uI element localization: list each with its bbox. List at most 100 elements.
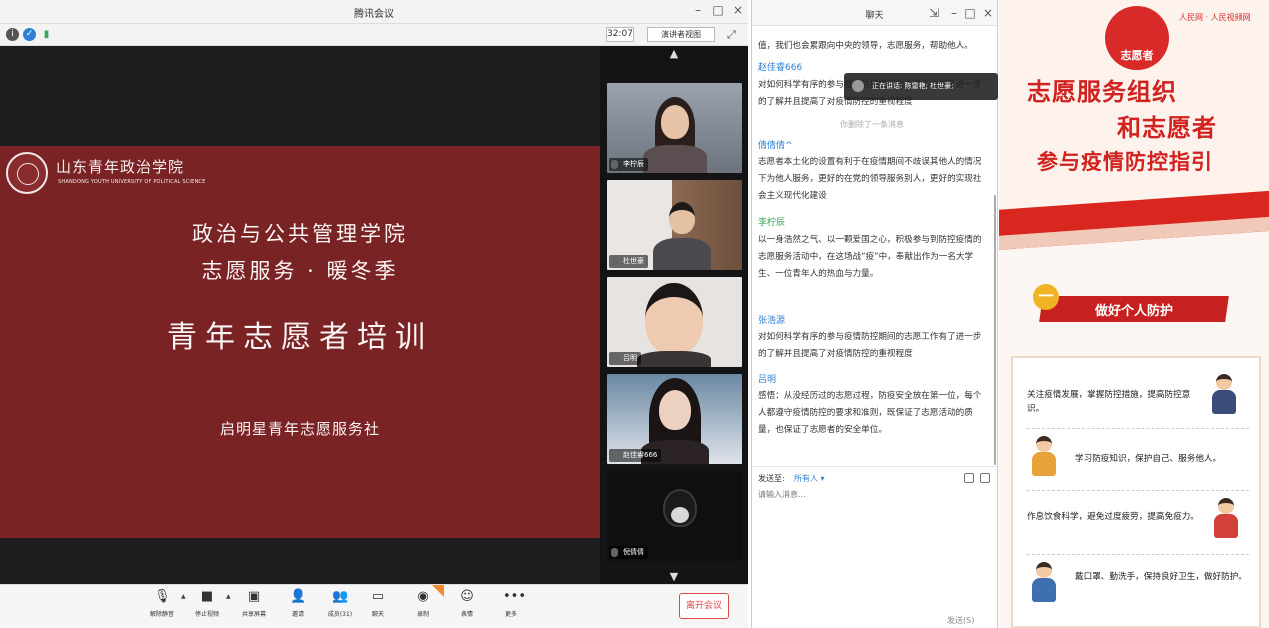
- school-name: 山东青年政治学院: [56, 158, 185, 176]
- info-icon[interactable]: i: [6, 28, 19, 41]
- chat-sender: 赵佳睿666: [758, 63, 803, 73]
- speaking-indicator: 正在讲话: 陈雷艳; 杜世豪;: [844, 73, 998, 100]
- runner-illustration-icon: [1211, 498, 1241, 540]
- slide-line-1: 政治与公共管理学院: [192, 222, 408, 246]
- section-title: 做好个人防护: [1094, 304, 1173, 319]
- chat-scrollbar[interactable]: [994, 195, 996, 465]
- mute-button[interactable]: 🎙 解除静音: [144, 589, 180, 625]
- speaker-avatar: [852, 80, 864, 92]
- scroll-up-icon[interactable]: ▲: [600, 47, 748, 60]
- slide-organization: 启明星青年志愿服务社: [219, 420, 380, 438]
- send-to-select[interactable]: 所有人 ▾: [794, 473, 825, 484]
- pin-icon[interactable]: ⇲: [926, 6, 942, 20]
- volunteer-badge-text: 志愿者: [1120, 49, 1154, 62]
- chat-button[interactable]: ▭ 聊天: [360, 589, 396, 625]
- chat-message-text: 感悟：从没经历过的志愿过程，防疫安全放在第一位，每个人都遵守疫情防控的要求和准则…: [758, 391, 982, 435]
- chat-message-text: 对如何科学有序的参与疫情防控期间的志愿工作有了进一步的了解并且提高了对疫情防控的…: [758, 332, 982, 359]
- fullscreen-icon[interactable]: ⤢: [727, 28, 736, 42]
- send-button[interactable]: 发送(S): [947, 615, 974, 626]
- tip-text: 戴口罩、勤洗手，保持良好卫生，做好防护。: [1075, 572, 1247, 582]
- chat-sender: 吕明: [758, 375, 777, 385]
- guideline-poster: 志愿者 人民网 · 人民视频网 志愿服务组织 和志愿者 参与疫情防控指引 一 做…: [999, 0, 1269, 628]
- maximize-icon[interactable]: □: [962, 6, 978, 20]
- chat-input[interactable]: [758, 489, 990, 599]
- chat-window: 聊天 ⇲ – □ × 值，我们也会累跟向中央的领导，志愿服务，帮助他人。 赵佳睿…: [751, 0, 998, 628]
- participant-name: 李柠辰: [609, 158, 648, 171]
- meeting-title: 腾讯会议: [354, 9, 394, 20]
- person-illustration-icon: [1029, 562, 1059, 604]
- tip-text: 学习防疫知识，保护自己、服务他人。: [1075, 454, 1222, 464]
- school-logo: [6, 152, 48, 194]
- poster-title-1: 志愿服务组织: [1027, 78, 1177, 106]
- video-options-icon[interactable]: ▲: [226, 593, 231, 600]
- chat-message-text: 值，我们也会累跟向中央的领导，志愿服务，帮助他人。: [758, 41, 973, 51]
- slide-line-2: 志愿服务 · 暖冬季: [201, 259, 399, 283]
- meeting-titlebar: 腾讯会议 – □ ×: [0, 0, 748, 24]
- meeting-toolbar: 🎙 解除静音 ▲ ■ 停止视频 ▲ ▣ 共享屏幕 👤 邀请 👥 成员(31) ▭…: [0, 584, 748, 628]
- shield-icon[interactable]: ✓: [23, 28, 36, 41]
- camera-icon: ■: [200, 589, 214, 604]
- view-mode-button[interactable]: 演讲者视图: [647, 27, 715, 42]
- invite-button[interactable]: 👤 邀请: [280, 589, 316, 625]
- shared-screen-area: 山东青年政治学院 SHANDONG YOUTH UNIVERSITY OF PO…: [0, 46, 600, 600]
- minimize-icon[interactable]: –: [946, 6, 962, 20]
- chat-icon: ▭: [371, 589, 385, 604]
- meeting-timer: 32:07: [606, 27, 634, 42]
- chat-sender: 李柠辰: [758, 218, 786, 228]
- more-icon: •••: [503, 589, 527, 604]
- chat-titlebar: 聊天 ⇲ – □ ×: [752, 0, 997, 26]
- participant-tile[interactable]: 李柠辰: [607, 83, 742, 173]
- poster-title-2: 和志愿者: [1117, 114, 1217, 142]
- slide-title: 青年志愿者培训: [167, 320, 433, 355]
- presentation-slide: 山东青年政治学院 SHANDONG YOUTH UNIVERSITY OF PO…: [0, 146, 600, 538]
- maximize-icon[interactable]: □: [710, 3, 726, 17]
- chat-message-text: 以一身浩然之气、以一颗爱国之心，积极参与到防控疫情的志愿服务活动中，在这场战“疫…: [758, 235, 982, 279]
- poster-title-3: 参与疫情防控指引: [1037, 150, 1213, 174]
- meeting-window: 腾讯会议 – □ × i ✓ ▮ 32:07 演讲者视图 ⤢ 山东青年政治学院 …: [0, 0, 748, 628]
- reaction-button[interactable]: ☺ 表情: [449, 589, 485, 625]
- record-button[interactable]: ◉ 录制: [405, 589, 441, 625]
- leave-meeting-button[interactable]: 离开会议: [679, 593, 729, 619]
- person-illustration-icon: [1209, 374, 1239, 416]
- share-screen-button[interactable]: ▣ 共享屏幕: [236, 589, 272, 625]
- participant-name: 赵佳睿666: [609, 449, 662, 462]
- meeting-infobar: i ✓ ▮ 32:07 演讲者视图 ⤢: [0, 24, 748, 46]
- chat-sender: 倩倩倩^: [758, 141, 793, 151]
- microphone-icon: 🎙: [154, 589, 171, 604]
- tips-box: 关注疫情发展，掌握防控措施，提高防控意识。 学习防疫知识，保护自己、服务他人。 …: [1011, 356, 1261, 628]
- participant-tile[interactable]: 杜世豪: [607, 180, 742, 270]
- share-screen-icon: ▣: [247, 589, 261, 604]
- chat-notice: 你删除了一条消息: [840, 120, 904, 129]
- minimize-icon[interactable]: –: [690, 3, 706, 17]
- image-icon[interactable]: [964, 473, 974, 483]
- school-name-en: SHANDONG YOUTH UNIVERSITY OF POLITICAL S…: [58, 179, 206, 185]
- chat-compose: 发送至: 所有人 ▾ 发送(S): [752, 466, 997, 628]
- participant-name: 杜世豪: [609, 255, 648, 268]
- tip-text: 作息饮食科学，避免过度疲劳，提高免疫力。: [1027, 512, 1199, 522]
- scroll-down-icon[interactable]: ▼: [600, 570, 748, 583]
- participant-tile[interactable]: 吕明: [607, 277, 742, 367]
- signal-icon[interactable]: ▮: [40, 28, 53, 41]
- chat-message-text: 志愿者本土化的设置有利于在疫情期间不歧误其他人的情况下为他人服务，更好的在党的领…: [758, 157, 982, 201]
- members-icon: 👥: [332, 589, 349, 604]
- participant-gallery: ▲ 李柠辰 杜世豪 吕明 赵佳睿666 倪倩倩 ▼: [600, 46, 748, 584]
- invite-icon: 👤: [290, 589, 307, 604]
- participant-tile[interactable]: 倪倩倩: [607, 471, 742, 561]
- record-icon: ◉: [417, 589, 429, 604]
- mute-options-icon[interactable]: ▲: [181, 593, 186, 600]
- close-icon[interactable]: ×: [730, 3, 746, 17]
- chat-sender: 张浩源: [758, 316, 786, 326]
- person-illustration-icon: [1029, 436, 1059, 478]
- tip-text: 关注疫情发展，掌握防控措施，提高防控意识。: [1027, 390, 1191, 414]
- close-icon[interactable]: ×: [980, 6, 996, 20]
- file-icon[interactable]: [980, 473, 990, 483]
- participant-name: 倪倩倩: [609, 546, 648, 559]
- poster-logo: 人民网 · 人民视频网: [1179, 13, 1251, 22]
- screen: 腾讯会议 – □ × i ✓ ▮ 32:07 演讲者视图 ⤢ 山东青年政治学院 …: [0, 0, 1269, 628]
- participant-name: 吕明: [609, 352, 641, 365]
- emoji-icon: ☺: [460, 589, 474, 604]
- members-button[interactable]: 👥 成员(31): [322, 589, 358, 625]
- more-button[interactable]: ••• 更多: [493, 589, 529, 625]
- stop-video-button[interactable]: ■ 停止视频: [189, 589, 225, 625]
- participant-tile[interactable]: 赵佳睿666: [607, 374, 742, 464]
